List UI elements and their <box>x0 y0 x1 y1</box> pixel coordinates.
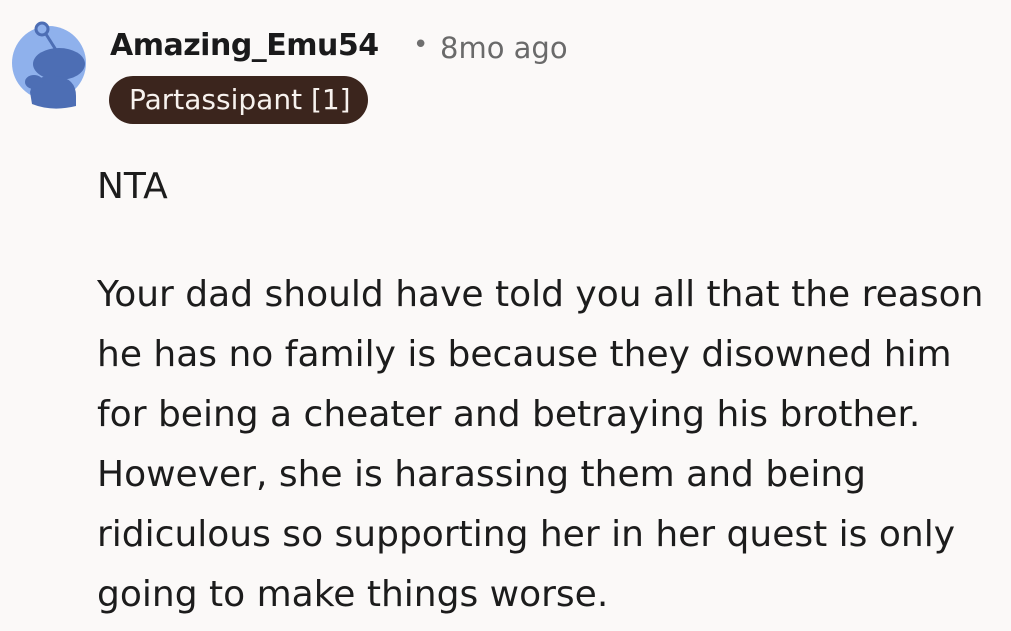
user-avatar[interactable] <box>12 16 86 110</box>
comment-paragraph: Your dad should have told you all that t… <box>97 274 984 615</box>
comment-verdict: NTA <box>97 166 168 207</box>
meta-separator: • <box>413 30 429 60</box>
comment-body: NTA Your dad should have told you all th… <box>97 157 997 625</box>
comment-timestamp[interactable]: 8mo ago <box>440 31 568 65</box>
user-flair-badge: Partassipant [1] <box>109 76 368 124</box>
comment: Amazing_Emu54 • 8mo ago Partassipant [1]… <box>0 0 1011 631</box>
author-username[interactable]: Amazing_Emu54 <box>110 28 379 63</box>
snoo-avatar-icon <box>12 21 86 109</box>
